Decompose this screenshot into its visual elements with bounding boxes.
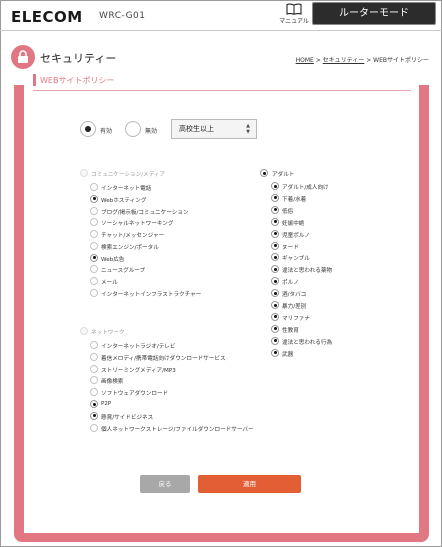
page-title: セキュリティー [40, 52, 117, 65]
category-radio-adult[interactable] [271, 217, 279, 226]
section-title: WEBサイトポリシー [40, 76, 115, 85]
category-label-network: 懸賞/サイドビジネス [101, 414, 154, 421]
category-label-adult: 暴力/差別 [282, 304, 307, 310]
breadcrumb: HOME > セキュリティー > WEBサイトポリシー [296, 55, 429, 64]
category-label-adult: マリファナ [282, 315, 310, 322]
category-radio-adult[interactable] [271, 182, 279, 190]
category-label-adult: ポルノ [282, 280, 299, 287]
category-radio-communication[interactable] [90, 241, 98, 250]
breadcrumb-separator: > [313, 57, 323, 64]
book-icon [286, 3, 302, 15]
lock-badge [11, 45, 35, 69]
category-label-adult: 性教育 [282, 327, 299, 334]
category-label-adult: 下着/水着 [282, 196, 307, 203]
lock-icon [18, 50, 28, 63]
category-label-communication: ニュースグループ [101, 268, 146, 275]
category-radio-adult[interactable] [271, 241, 279, 250]
category-label-network: P2P [101, 401, 112, 407]
category-label-adult: 妊娠中絶 [282, 220, 305, 227]
category-radio-communication[interactable] [90, 253, 98, 262]
category-label-adult: 違法と思われる行為 [282, 339, 333, 346]
manual-button[interactable]: マニュアル [279, 3, 309, 27]
enabled-label: 有効 [100, 128, 113, 135]
category-label-communication: ブログ/掲示板/コミュニケーション [101, 209, 189, 216]
category-label-adult: 酒/タバコ [282, 292, 307, 299]
category-radio-communication[interactable] [90, 230, 98, 238]
category-radio-network[interactable] [90, 423, 98, 432]
category-radio-communication[interactable] [90, 277, 98, 285]
breadcrumb-security[interactable]: セキュリティー [323, 57, 365, 64]
category-label-network: 個人ネットワークストレージ/ファイルダウンロードサーバー [101, 426, 254, 433]
section-marker [33, 74, 36, 86]
disabled-radio[interactable] [125, 121, 141, 137]
category-radio-adult[interactable] [271, 348, 279, 357]
category-label-adult: アダルト/成人向け [282, 185, 329, 191]
category-radio-adult[interactable] [271, 301, 279, 309]
breadcrumb-current: WEBサイトポリシー [373, 57, 429, 64]
category-label-communication: Webホスティング [101, 197, 147, 204]
category-label-adult: 違法と思われる薬物 [282, 268, 333, 275]
category-radio-network[interactable] [90, 364, 98, 373]
section-divider [33, 90, 411, 91]
category-label-communication: 検索エンジン/ポータル [101, 244, 159, 251]
category-radio-communication[interactable] [90, 183, 98, 191]
filter-level-select[interactable]: 高校生以上 ▲ ▼ [171, 119, 257, 139]
group-label-network: ネットワーク [91, 330, 125, 336]
category-label-network: インターネットラジオ/テレビ [101, 344, 176, 350]
enabled-radio[interactable] [80, 121, 96, 137]
category-radio-network[interactable] [90, 341, 98, 349]
category-radio-communication[interactable] [90, 288, 98, 297]
category-label-communication: ソーシャルネットワーキング [101, 221, 174, 228]
category-radio-communication[interactable] [90, 194, 98, 203]
category-radio-adult[interactable] [271, 193, 279, 202]
disabled-label: 無効 [145, 128, 158, 135]
category-label-communication: インターネットインフラストラクチャー [101, 291, 202, 298]
group-radio-adult[interactable] [260, 169, 268, 177]
category-label-adult: 児童ポルノ [282, 232, 310, 239]
back-button[interactable]: 戻る [140, 475, 190, 493]
category-label-communication: チャット/メッセンジャー [101, 233, 165, 239]
category-radio-network[interactable] [90, 411, 98, 420]
model-name: WRC-G01 [99, 11, 146, 21]
filter-level-value: 高校生以上 [179, 125, 214, 133]
breadcrumb-separator: > [364, 57, 374, 64]
category-radio-adult[interactable] [271, 336, 279, 345]
category-label-network: ストリーミングメディア/MP3 [101, 367, 176, 374]
category-radio-adult[interactable] [271, 312, 279, 321]
router-mode-button[interactable]: ルーターモード [312, 2, 436, 25]
group-label-communication: コミュニケーション/メディア [91, 172, 166, 178]
group-label-adult: アダルト [272, 172, 295, 178]
select-arrows-icon: ▲ ▼ [246, 123, 250, 135]
breadcrumb-home[interactable]: HOME [296, 57, 314, 64]
category-label-network: 着信メロディ/携帯電話向けダウンロードサービス [101, 355, 226, 362]
category-label-adult: 低俗 [282, 208, 294, 215]
category-radio-adult[interactable] [271, 324, 279, 333]
group-radio-network[interactable] [80, 327, 88, 335]
group-radio-communication[interactable] [80, 169, 88, 177]
header-divider [0, 30, 442, 31]
elecom-logo: ELECOM [11, 8, 83, 26]
category-label-adult: ギャンブル [282, 256, 310, 263]
category-radio-network[interactable] [90, 352, 98, 361]
category-label-adult: ヌード [282, 244, 299, 251]
category-radio-network[interactable] [90, 400, 98, 408]
category-radio-adult[interactable] [271, 205, 279, 214]
category-radio-communication[interactable] [90, 206, 98, 215]
apply-button[interactable]: 適用 [198, 475, 301, 493]
category-label-communication: インターネット電話 [101, 186, 152, 192]
category-label-adult: 武器 [282, 351, 294, 358]
category-label-communication: メール [101, 280, 118, 286]
manual-label: マニュアル [279, 18, 309, 25]
content-panel [24, 70, 419, 533]
category-label-network: ソフトウェアダウンロード [101, 391, 169, 398]
category-label-communication: Web広告 [101, 256, 125, 263]
category-label-network: 画像検索 [101, 379, 124, 386]
category-radio-adult[interactable] [271, 229, 279, 238]
